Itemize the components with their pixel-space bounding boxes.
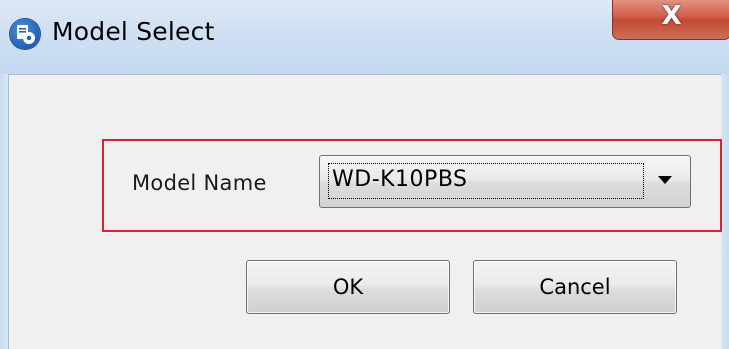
window-frame-right	[721, 74, 729, 349]
window-title: Model Select	[52, 17, 215, 46]
window-frame-left	[0, 74, 8, 349]
model-select-dialog: Model Select X Model Name WD-K10PBS OK C…	[0, 0, 729, 349]
model-name-selected-value: WD-K10PBS	[328, 163, 644, 199]
model-name-label: Model Name	[132, 171, 267, 195]
ok-button[interactable]: OK	[246, 260, 450, 314]
title-bar[interactable]: Model Select X	[0, 0, 729, 74]
close-button[interactable]: X	[612, 0, 729, 40]
cancel-button[interactable]: Cancel	[473, 260, 677, 314]
app-gear-icon[interactable]	[10, 19, 40, 49]
close-icon: X	[661, 1, 682, 31]
dialog-body: Model Name WD-K10PBS OK Cancel	[8, 74, 722, 349]
chevron-down-icon[interactable]	[658, 176, 672, 184]
model-name-dropdown[interactable]: WD-K10PBS	[319, 155, 691, 208]
